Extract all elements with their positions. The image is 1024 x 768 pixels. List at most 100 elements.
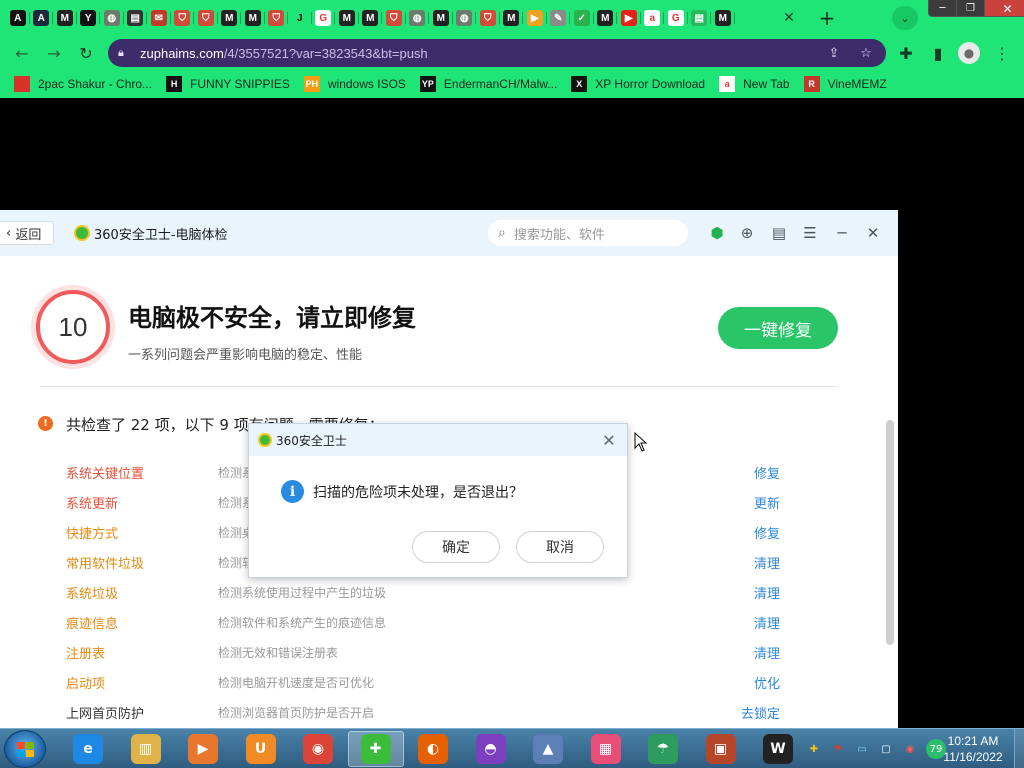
bookmark-item[interactable]: H FUNNY SNIPPIES [166, 76, 290, 92]
taskbar-chrome-button[interactable]: ◉ [290, 731, 346, 767]
bookmark-item[interactable]: YP EndermanCH/Malw... [419, 76, 557, 92]
browser-tab[interactable]: J [288, 6, 312, 30]
browser-tab[interactable]: Y [77, 6, 101, 30]
address-bar[interactable]: 🔒︎ zuphaims.com/4/3557521?var=3823543&bt… [108, 39, 886, 67]
browser-tab[interactable]: M [711, 6, 735, 30]
browser-tab-strip: A A M Y ◍ ▤ ✉ ⛉ ⛉ M M ⛉ J G M M ⛉ ◍ M ◍ ⛉ M ▶ ✎ ✓ M ▶ a G ▤ M ✕ + ⌄ ─ … [0, 0, 1024, 36]
confirm-button[interactable]: 确定 [412, 531, 500, 563]
browser-tab[interactable]: ⛉ [194, 6, 218, 30]
browser-tab[interactable]: A [30, 6, 54, 30]
issue-action-link[interactable]: 更新 [754, 493, 780, 512]
issue-action-link[interactable]: 清理 [754, 553, 780, 572]
taskbar-box-button[interactable]: ▣ [693, 731, 749, 767]
bookmark-item[interactable]: a New Tab [719, 76, 790, 92]
browser-tab[interactable]: ⛉ [265, 6, 289, 30]
display-tray-icon[interactable]: ▭ [854, 741, 870, 757]
shield-icon[interactable]: ⬢ [706, 222, 728, 244]
issue-action-link[interactable]: 修复 [754, 523, 780, 542]
record-tray-icon[interactable]: ◉ [902, 741, 918, 757]
minimize-icon[interactable]: ─ [831, 222, 853, 244]
bookmark-item[interactable]: X XP Horror Download [571, 76, 705, 92]
start-button[interactable] [4, 730, 46, 768]
clock[interactable]: 10:21 AM 11/16/2022 [936, 733, 1010, 765]
globe-favicon-icon: ◍ [456, 10, 473, 26]
browser-tab[interactable]: ◍ [100, 6, 124, 30]
reload-icon[interactable]: ↻ [74, 41, 98, 65]
flag-tray-icon[interactable]: ⚑ [830, 741, 846, 757]
taskbar-ie-button[interactable]: e [60, 731, 116, 767]
browser-toolbar: ← → ↻ 🔒︎ zuphaims.com/4/3557521?var=3823… [0, 36, 1024, 70]
browser-tab[interactable]: ✓ [570, 6, 594, 30]
extensions-icon[interactable]: ✚ [894, 41, 918, 65]
bookmark-item[interactable]: R VineMEMZ [803, 76, 887, 92]
browser-tab[interactable]: M [335, 6, 359, 30]
close-icon[interactable]: ✕ [862, 222, 884, 244]
browser-tab[interactable]: ⛉ [382, 6, 406, 30]
issue-action-link[interactable]: 清理 [754, 643, 780, 662]
taskbar-firefox-button[interactable]: ◐ [405, 731, 461, 767]
taskbar-winrar-button[interactable]: W [750, 731, 806, 767]
bookmark-item[interactable]: 2pac Shakur - Chro... [14, 76, 152, 92]
back-arrow-icon[interactable]: ← [10, 41, 34, 65]
bookmark-item[interactable]: PH windows ISOS [303, 76, 406, 92]
taskbar-360-button[interactable]: ✚ [347, 731, 404, 767]
taskbar-explorer-button[interactable]: ▥ [118, 731, 174, 767]
skin-icon[interactable]: ▤ [768, 222, 790, 244]
bookmark-star-icon[interactable]: ☆ [856, 43, 876, 63]
browser-tab[interactable]: ◍ [453, 6, 477, 30]
fix-all-button[interactable]: 一键修复 [718, 307, 838, 349]
browser-tab[interactable]: ▶ [523, 6, 547, 30]
browser-tab[interactable]: ▶ [617, 6, 641, 30]
browser-tab[interactable]: M [594, 6, 618, 30]
taskbar-media-button[interactable]: ▶ [175, 731, 231, 767]
browser-tab[interactable]: M [359, 6, 383, 30]
browser-tab[interactable]: ⛉ [171, 6, 195, 30]
issue-action-link[interactable]: 优化 [754, 673, 780, 692]
browser-tab[interactable]: M [218, 6, 242, 30]
minimize-window-button[interactable]: ─ [929, 0, 957, 16]
taskbar-rocket-button[interactable]: ▲ [520, 731, 576, 767]
browser-tab[interactable]: M [429, 6, 453, 30]
new-tab-button[interactable]: + [814, 6, 840, 30]
browser-tab[interactable]: ✎ [547, 6, 571, 30]
taskbar-mask-button[interactable]: ◓ [463, 731, 519, 767]
issue-action-link[interactable]: 清理 [754, 583, 780, 602]
taskbar-uc-button[interactable]: U [233, 731, 289, 767]
issue-action-link[interactable]: 修复 [754, 463, 780, 482]
browser-tab[interactable]: ⛉ [476, 6, 500, 30]
monitor-tray-icon[interactable]: ▢ [878, 741, 894, 757]
chrome-menu-icon[interactable]: ⋮ [990, 41, 1014, 65]
taskbar-tiles-button[interactable]: ▦ [578, 731, 634, 767]
issue-action-link[interactable]: 去锁定 [741, 703, 780, 722]
browser-tab[interactable]: G [312, 6, 336, 30]
add-shield-icon[interactable]: ⊕ [736, 222, 758, 244]
browser-tab[interactable]: M [500, 6, 524, 30]
browser-tab[interactable]: ▤ [688, 6, 712, 30]
cancel-button[interactable]: 取消 [516, 531, 604, 563]
browser-tab[interactable]: M [53, 6, 77, 30]
close-tab-icon[interactable]: ✕ [779, 8, 799, 28]
side-panel-icon[interactable]: ▮ [926, 41, 950, 65]
close-window-button[interactable]: ✕ [985, 0, 1024, 16]
restore-window-button[interactable]: ❐ [957, 0, 985, 16]
browser-tab[interactable]: M [241, 6, 265, 30]
browser-tab[interactable]: ◍ [406, 6, 430, 30]
browser-tab[interactable]: G [664, 6, 688, 30]
share-icon[interactable]: ⇪ [824, 43, 844, 63]
browser-tab[interactable]: ✉ [147, 6, 171, 30]
show-desktop-button[interactable] [1014, 729, 1024, 768]
360-tray-icon[interactable]: ✚ [806, 741, 822, 757]
taskbar-umbrella-button[interactable]: ☂ [635, 731, 691, 767]
forward-arrow-icon[interactable]: → [42, 41, 66, 65]
profile-avatar[interactable]: ● [958, 42, 980, 64]
menu-icon[interactable]: ☰ [799, 222, 821, 244]
browser-tab[interactable]: A [6, 6, 30, 30]
browser-tab[interactable]: a [641, 6, 665, 30]
scrollbar[interactable] [886, 420, 894, 645]
tab-search-button[interactable]: ⌄ [892, 6, 918, 30]
browser-tab[interactable]: ▤ [124, 6, 148, 30]
issue-action-link[interactable]: 清理 [754, 613, 780, 632]
back-button[interactable]: ‹ 返回 [0, 221, 54, 245]
app-search-input[interactable]: ⌕ 搜索功能、软件 [488, 220, 688, 246]
close-icon[interactable]: ✕ [599, 430, 619, 450]
